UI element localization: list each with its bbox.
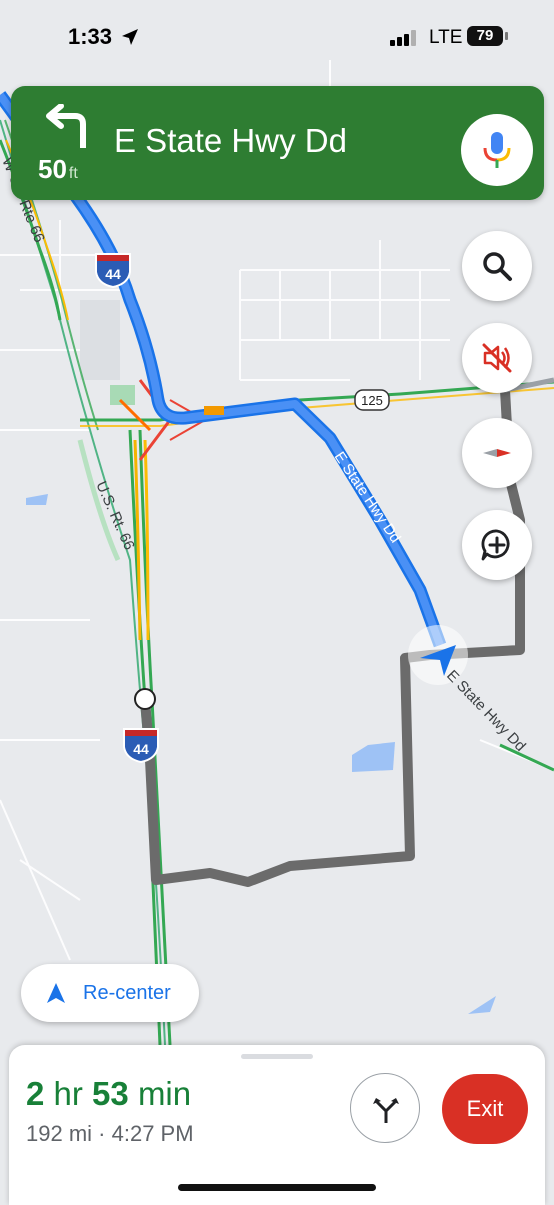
interstate-shield-top: 44 <box>95 253 131 289</box>
mute-button[interactable] <box>462 323 532 393</box>
fork-route-icon <box>373 1098 399 1123</box>
state-route-number: 125 <box>361 393 383 408</box>
trip-duration: 2 hr 53 min <box>26 1075 191 1113</box>
trip-summary-sheet[interactable]: 2 hr 53 min 192 mi · 4:27 PM Exit <box>9 1045 545 1205</box>
recenter-button[interactable]: Re-center <box>21 964 199 1022</box>
battery-icon: 79 <box>467 26 511 48</box>
interstate-number-top: 44 <box>105 266 121 282</box>
state-route-shield: 125 <box>354 389 390 411</box>
next-street-name: E State Hwy Dd <box>114 122 347 159</box>
route-start-marker <box>134 688 156 710</box>
alternate-routes-button[interactable] <box>350 1073 420 1143</box>
search-icon <box>483 252 512 281</box>
battery-level: 79 <box>467 26 503 46</box>
compass-icon <box>483 449 511 457</box>
status-bar: 1:33 LTE 79 <box>0 0 554 76</box>
home-indicator[interactable] <box>178 1184 376 1191</box>
network-type: LTE <box>429 27 463 48</box>
add-report-icon <box>481 529 510 561</box>
arrival-time: 4:27 PM <box>111 1121 194 1146</box>
trip-details: 192 mi · 4:27 PM <box>26 1121 194 1147</box>
trip-distance: 192 mi <box>26 1121 93 1146</box>
exit-navigation-button[interactable]: Exit <box>442 1074 528 1144</box>
turn-distance-unit: ft <box>68 165 78 182</box>
duration-hours: 2 <box>26 1075 45 1112</box>
interstate-number-bottom: 44 <box>133 741 149 757</box>
recenter-arrow-icon <box>47 983 65 1003</box>
turn-distance: 50 ft <box>38 154 78 185</box>
recenter-label: Re-center <box>83 982 171 1004</box>
microphone-icon <box>483 132 511 168</box>
cellular-signal-icon <box>390 30 416 46</box>
detail-separator: · <box>98 1121 106 1146</box>
location-services-icon <box>122 29 138 45</box>
duration-minutes: 53 <box>92 1075 129 1112</box>
search-along-route-button[interactable] <box>462 231 532 301</box>
status-time: 1:33 <box>68 24 113 49</box>
turn-left-icon <box>46 104 86 148</box>
turn-distance-value: 50 <box>38 154 67 184</box>
duration-minutes-unit: min <box>137 1075 192 1112</box>
interstate-shield-bottom: 44 <box>123 728 159 764</box>
voice-search-button[interactable] <box>461 114 533 186</box>
sheet-drag-handle[interactable] <box>241 1054 313 1059</box>
compass-button[interactable] <box>462 418 532 488</box>
add-report-button[interactable] <box>462 510 532 580</box>
navigation-instruction-banner[interactable]: 50 ft E State Hwy Dd <box>11 86 544 200</box>
duration-hours-unit: hr <box>53 1075 83 1112</box>
sound-off-icon <box>482 343 512 373</box>
